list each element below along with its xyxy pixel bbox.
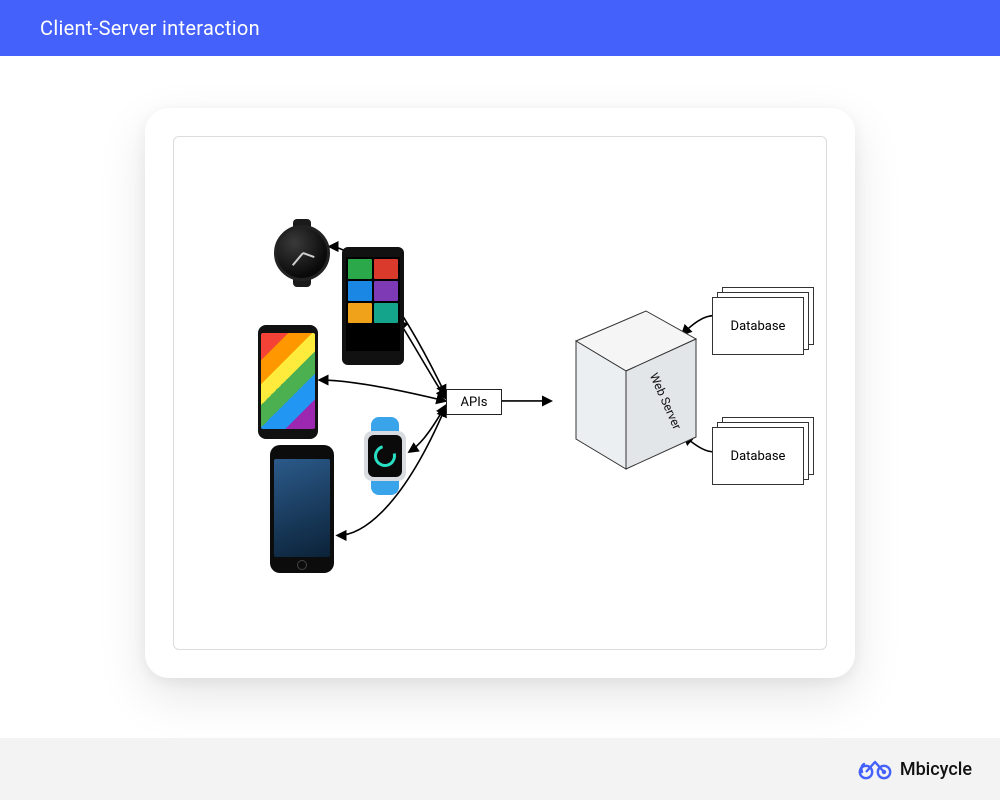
client-phone-android-icon xyxy=(258,325,318,439)
client-smartwatch-square-icon xyxy=(360,417,410,495)
footer-bar: Mbicycle xyxy=(0,738,1000,800)
diagram-frame: APIs Web Server Database xyxy=(173,136,827,650)
client-phone-windows-icon xyxy=(342,247,404,365)
apis-node: APIs xyxy=(446,389,502,415)
diagram-card: APIs Web Server Database xyxy=(145,108,855,678)
client-smartwatch-round-icon xyxy=(274,225,330,281)
database-top-label: Database xyxy=(712,297,804,355)
brand: Mbicycle xyxy=(858,758,972,780)
brand-name: Mbicycle xyxy=(900,759,972,780)
database-node-top: Database xyxy=(712,287,816,357)
client-phone-iphone-icon xyxy=(270,445,334,573)
client-server-diagram: APIs Web Server Database xyxy=(174,137,826,649)
database-bottom-label: Database xyxy=(712,427,804,485)
brand-logo-icon xyxy=(858,758,892,780)
page-title: Client-Server interaction xyxy=(40,16,260,40)
database-node-bottom: Database xyxy=(712,417,816,487)
web-server-node: Web Server xyxy=(556,301,706,471)
header-bar: Client-Server interaction xyxy=(0,0,1000,56)
